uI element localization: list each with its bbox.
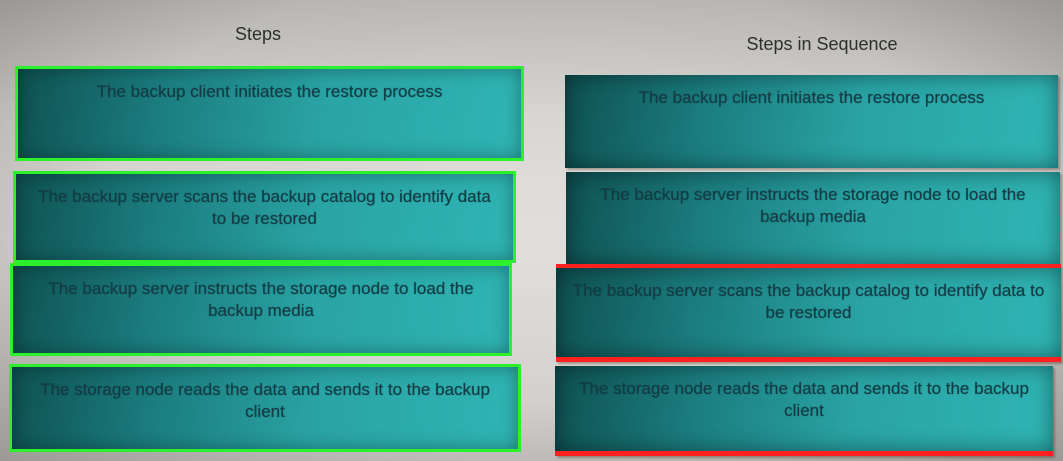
- step-tile-1[interactable]: The backup client initiates the restore …: [15, 66, 524, 161]
- sequence-slot-label: The storage node reads the data and send…: [579, 379, 1029, 420]
- step-tile-label: The backup server scans the backup catal…: [38, 187, 491, 228]
- sequence-slot-2[interactable]: The backup server instructs the storage …: [566, 172, 1060, 264]
- sequence-slot-1[interactable]: The backup client initiates the restore …: [565, 75, 1058, 168]
- step-tile-2[interactable]: The backup server scans the backup catal…: [13, 171, 516, 263]
- step-tile-label: The storage node reads the data and send…: [40, 380, 490, 421]
- sequence-slot-label: The backup server instructs the storage …: [600, 185, 1026, 226]
- sequence-slot-label: The backup client initiates the restore …: [638, 88, 985, 107]
- step-tile-3[interactable]: The backup server instructs the storage …: [10, 263, 512, 356]
- sequence-slot-4[interactable]: The storage node reads the data and send…: [555, 366, 1053, 456]
- step-tile-label: The backup server instructs the storage …: [48, 279, 474, 320]
- steps-column-title: Steps: [234, 24, 282, 44]
- step-tile-label: The backup client initiates the restore …: [96, 82, 443, 101]
- step-tile-4[interactable]: The storage node reads the data and send…: [9, 364, 521, 452]
- sequence-slot-3[interactable]: The backup server scans the backup catal…: [556, 264, 1061, 362]
- sequence-slot-label: The backup server scans the backup catal…: [572, 281, 1045, 322]
- sequence-column-title: Steps in Sequence: [746, 34, 898, 54]
